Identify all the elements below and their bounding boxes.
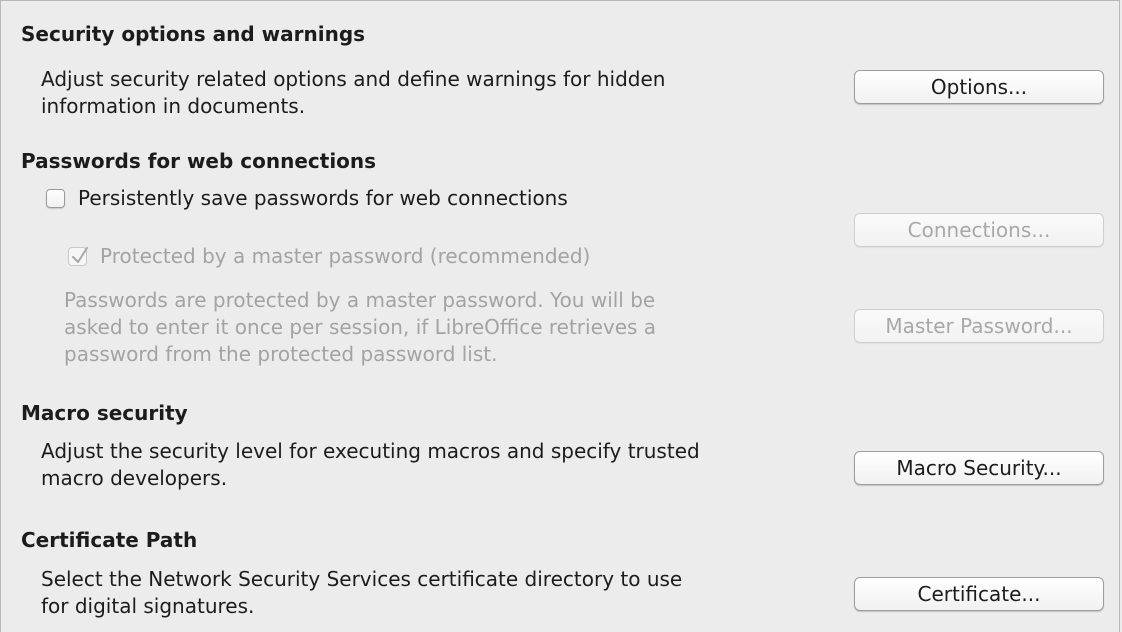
persist-passwords-row[interactable]: Persistently save passwords for web conn…	[46, 186, 568, 210]
master-password-button[interactable]: Master Password...	[854, 309, 1104, 343]
checkmark-icon	[72, 246, 88, 263]
certificate-path-description-line2: for digital signatures.	[41, 594, 255, 618]
certificate-path-heading: Certificate Path	[21, 528, 198, 552]
persist-passwords-checkbox[interactable]	[46, 188, 65, 208]
macro-security-button[interactable]: Macro Security...	[854, 451, 1104, 485]
persist-passwords-label: Persistently save passwords for web conn…	[78, 186, 568, 210]
master-password-note-line2: asked to enter it once per session, if L…	[64, 315, 657, 339]
master-password-note-line1: Passwords are protected by a master pass…	[64, 288, 656, 312]
master-password-row[interactable]: Protected by a master password (recommen…	[68, 244, 590, 268]
macro-security-description-line1: Adjust the security level for executing …	[41, 439, 700, 463]
certificate-path-description-line1: Select the Network Security Services cer…	[41, 567, 683, 591]
security-options-heading: Security options and warnings	[21, 22, 366, 46]
passwords-heading: Passwords for web connections	[21, 149, 377, 173]
master-password-label: Protected by a master password (recommen…	[100, 244, 591, 268]
master-password-checkbox[interactable]	[68, 246, 88, 266]
options-button[interactable]: Options...	[854, 70, 1104, 104]
connections-button[interactable]: Connections...	[854, 213, 1104, 247]
master-password-note-line3: password from the protected password lis…	[64, 342, 498, 366]
security-panel: Security options and warnings Adjust sec…	[0, 0, 1120, 632]
security-options-description-line2: information in documents.	[41, 94, 306, 118]
macro-security-description-line2: macro developers.	[41, 466, 228, 490]
security-options-description-line1: Adjust security related options and defi…	[41, 67, 666, 91]
certificate-button[interactable]: Certificate...	[854, 577, 1104, 611]
macro-security-heading: Macro security	[21, 401, 188, 425]
